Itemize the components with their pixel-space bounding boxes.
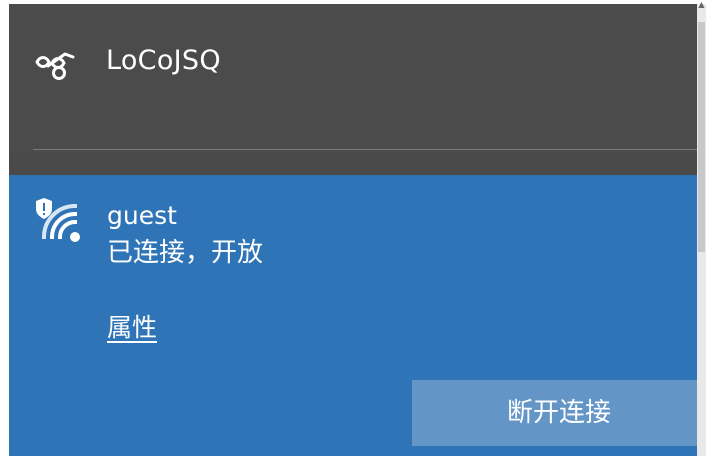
network-flyout: LoCoJSQ guest 已连接，开放 属性 断开连接 — [9, 4, 706, 456]
wifi-network-card[interactable]: guest 已连接，开放 属性 断开连接 — [9, 175, 706, 456]
wifi-connection-status: 已连接，开放 — [107, 238, 264, 268]
vpn-divider — [33, 149, 706, 150]
vpn-connection-row[interactable]: LoCoJSQ — [9, 4, 706, 154]
wifi-shield-icon — [36, 198, 80, 242]
vpn-name: LoCoJSQ — [106, 45, 221, 76]
vpn-link-icon — [35, 52, 75, 80]
wifi-properties-link[interactable]: 属性 — [107, 311, 157, 345]
scroll-up-arrow-icon[interactable]: ▲ — [697, 0, 706, 10]
disconnect-button[interactable]: 断开连接 — [412, 380, 706, 446]
scrollbar-thumb[interactable] — [698, 22, 705, 252]
wifi-network-name: guest — [107, 201, 177, 230]
vertical-scrollbar[interactable]: ▲ — [697, 0, 706, 456]
